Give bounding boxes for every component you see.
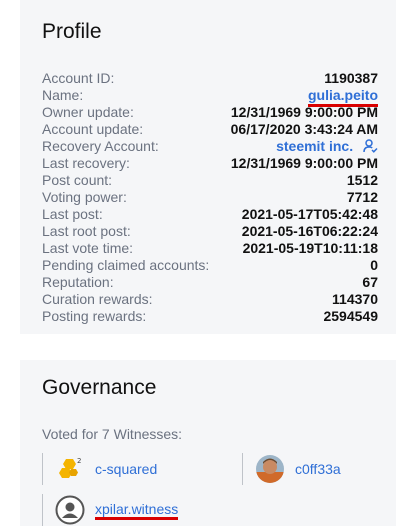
governance-title: Governance: [42, 376, 157, 399]
governance-card: Governance Voted for 7 Witnesses: 2 c-sq…: [20, 360, 396, 526]
posting-rewards-label: Posting rewards:: [42, 308, 147, 324]
last-root-post-value: 2021-05-16T06:22:24: [241, 223, 378, 239]
recovery-account-label: Recovery Account:: [42, 138, 159, 154]
last-post-label: Last post:: [42, 206, 103, 222]
row-voting-power: Voting power: 7712: [42, 189, 378, 206]
last-vote-time-label: Last vote time:: [42, 240, 134, 256]
account-update-value: 06/17/2020 3:43:24 AM: [230, 121, 378, 137]
last-root-post-label: Last root post:: [42, 223, 131, 239]
curation-rewards-value: 114370: [332, 291, 378, 307]
last-vote-time-value: 2021-05-19T10:11:18: [242, 240, 378, 256]
reputation-label: Reputation:: [42, 274, 114, 290]
row-last-root-post: Last root post: 2021-05-16T06:22:24: [42, 223, 378, 240]
row-owner-update: Owner update: 12/31/1969 9:00:00 PM: [42, 104, 378, 121]
last-recovery-value: 12/31/1969 9:00:00 PM: [230, 155, 378, 171]
profile-title: Profile: [42, 20, 102, 43]
profile-details: Account ID: 1190387 Name: gulia.peito Ow…: [42, 70, 378, 325]
reputation-value: 67: [362, 274, 378, 290]
witness-name[interactable]: xpilar.witness: [95, 501, 179, 520]
owner-update-label: Owner update:: [42, 104, 134, 120]
name-label: Name:: [42, 87, 84, 103]
witness-name[interactable]: c0ff33a: [295, 461, 341, 477]
pending-claimed-label: Pending claimed accounts:: [42, 257, 210, 273]
avatar-photo-icon: [255, 454, 285, 484]
row-reputation: Reputation: 67: [42, 274, 378, 291]
post-count-label: Post count:: [42, 172, 113, 188]
row-post-count: Post count: 1512: [42, 172, 378, 189]
account-update-label: Account update:: [42, 121, 144, 137]
row-last-recovery: Last recovery: 12/31/1969 9:00:00 PM: [42, 155, 378, 172]
profile-card: Profile Account ID: 1190387 Name: gulia.…: [20, 0, 396, 334]
witness-name[interactable]: c-squared: [95, 461, 157, 477]
row-account-id: Account ID: 1190387: [42, 70, 378, 87]
voted-witnesses-text: Voted for 7 Witnesses:: [42, 426, 183, 442]
account-id-label: Account ID:: [42, 70, 115, 86]
recovery-account-link[interactable]: steemit inc.: [276, 138, 353, 154]
last-post-value: 2021-05-17T05:42:48: [241, 206, 378, 222]
row-last-post: Last post: 2021-05-17T05:42:48: [42, 206, 378, 223]
voting-power-label: Voting power:: [42, 189, 127, 205]
row-account-update: Account update: 06/17/2020 3:43:24 AM: [42, 121, 378, 138]
posting-rewards-value: 2594549: [323, 308, 378, 324]
row-last-vote-time: Last vote time: 2021-05-19T10:11:18: [42, 240, 378, 257]
row-pending-claimed: Pending claimed accounts: 0: [42, 257, 378, 274]
account-id-value: 1190387: [324, 70, 378, 86]
svg-text:2: 2: [77, 457, 81, 465]
row-posting-rewards: Posting rewards: 2594549: [42, 308, 378, 325]
voting-power-value: 7712: [346, 189, 378, 205]
pending-claimed-value: 0: [370, 257, 378, 273]
witness-item[interactable]: xpilar.witness: [42, 494, 179, 526]
witness-item[interactable]: c0ff33a: [242, 453, 341, 485]
curation-rewards-label: Curation rewards:: [42, 291, 153, 307]
last-recovery-label: Last recovery:: [42, 155, 130, 171]
row-name: Name: gulia.peito: [42, 87, 378, 107]
row-recovery-account: Recovery Account: steemit inc.: [42, 138, 378, 155]
c-squared-logo-icon: 2: [55, 454, 85, 484]
default-avatar-icon: [55, 495, 85, 525]
row-curation-rewards: Curation rewards: 114370: [42, 291, 378, 308]
witness-item[interactable]: 2 c-squared: [42, 453, 157, 485]
post-count-value: 1512: [346, 172, 378, 188]
owner-update-value: 12/31/1969 9:00:00 PM: [230, 104, 378, 120]
